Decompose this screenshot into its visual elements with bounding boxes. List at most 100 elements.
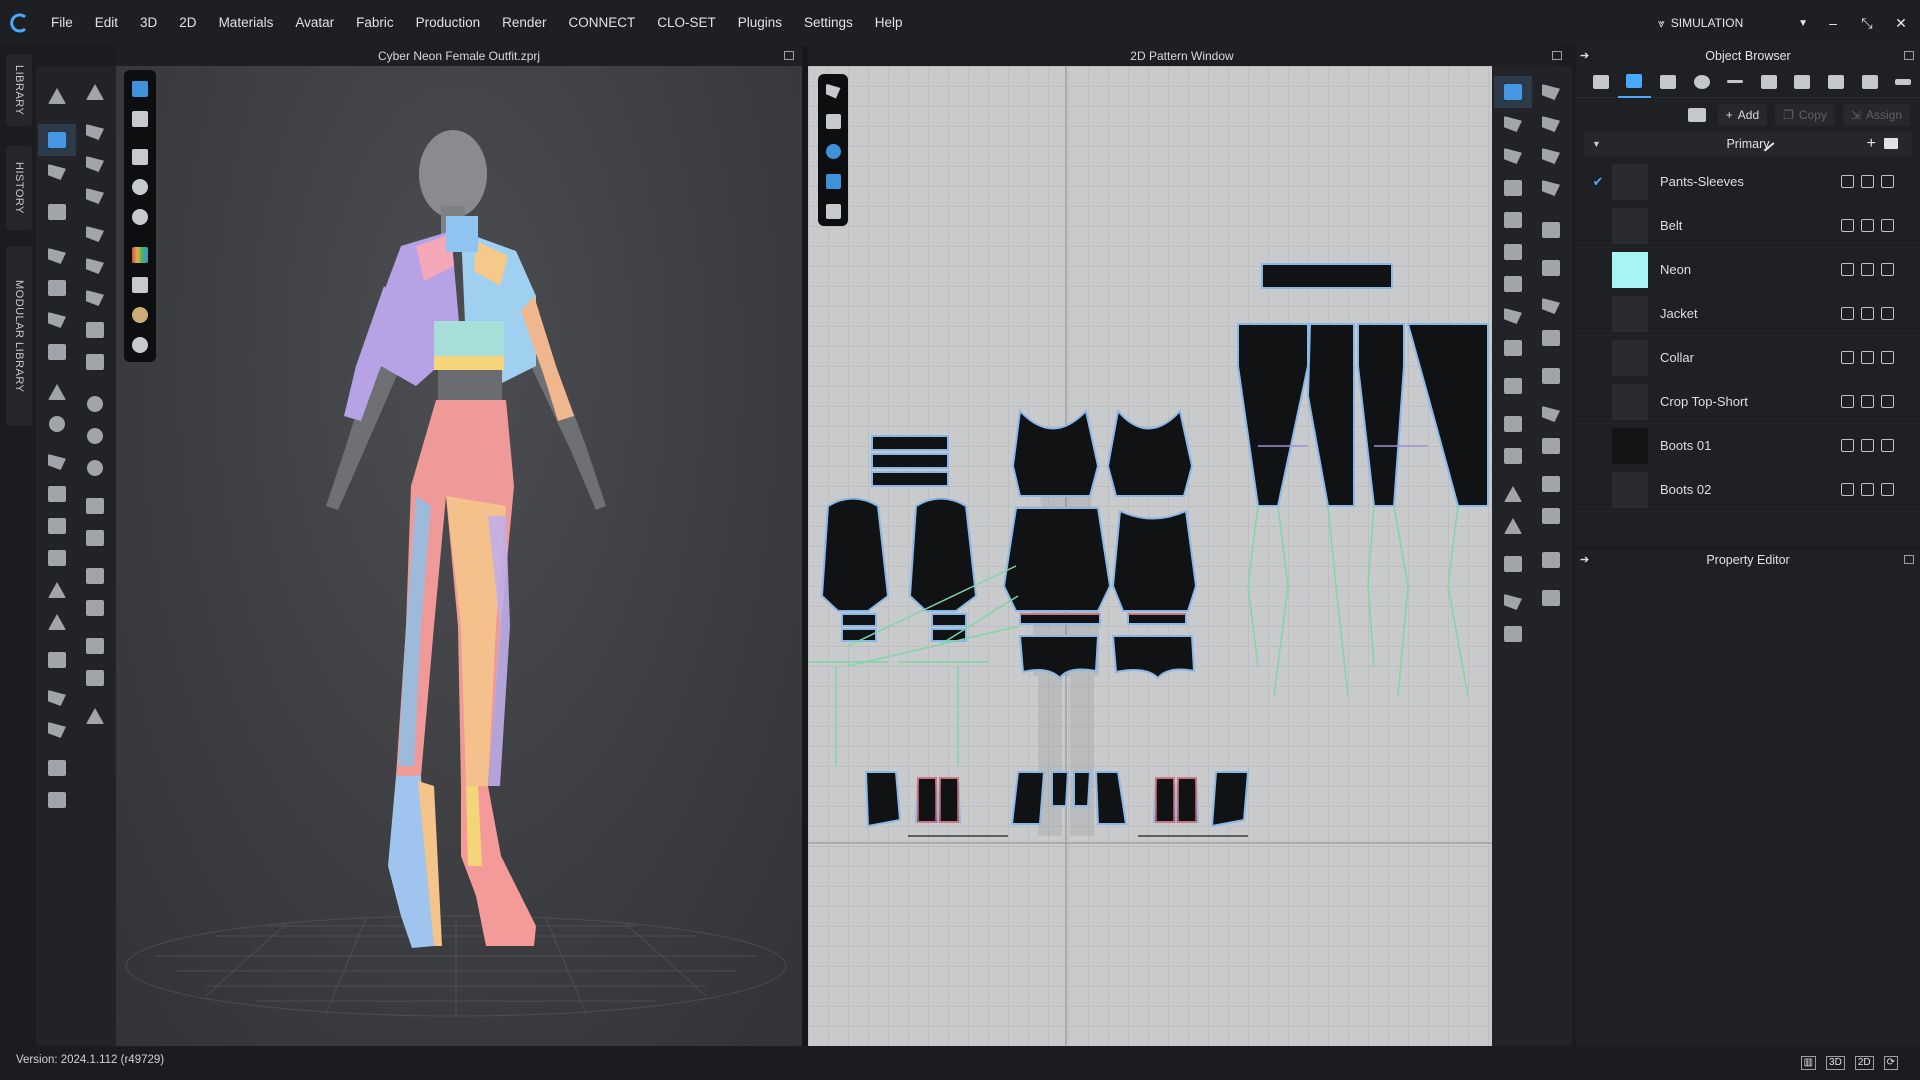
- copy-button[interactable]: ❐ Copy: [1775, 104, 1835, 126]
- sewing-icon[interactable]: [76, 218, 114, 250]
- menu-3d[interactable]: 3D: [129, 0, 168, 46]
- menu-edit[interactable]: Edit: [84, 0, 129, 46]
- measure-icon[interactable]: [38, 644, 76, 676]
- duplicate-icon[interactable]: [1841, 263, 1854, 276]
- menu-clo-set[interactable]: CLO-SET: [646, 0, 727, 46]
- duplicate-icon[interactable]: [1841, 439, 1854, 452]
- tab-graphic[interactable]: [1853, 66, 1887, 98]
- circle-icon[interactable]: [76, 420, 114, 452]
- 2d-view-icon[interactable]: 2D: [1854, 1056, 1874, 1070]
- tab-stitch[interactable]: [1752, 66, 1786, 98]
- button-icon[interactable]: [38, 478, 76, 510]
- puckering-2d-icon[interactable]: [1532, 322, 1570, 354]
- puckering-icon[interactable]: [76, 346, 114, 378]
- snap-icon[interactable]: [1494, 586, 1532, 618]
- select-fabric-icon[interactable]: [1881, 175, 1894, 188]
- expand-triangle-icon[interactable]: ▼: [1592, 139, 1601, 149]
- shirt-2d-icon[interactable]: [1532, 252, 1570, 284]
- rectangle-icon[interactable]: [1494, 204, 1532, 236]
- pin-2d-icon[interactable]: [1494, 618, 1532, 650]
- fabric-row[interactable]: Crop Top-Short: [1576, 380, 1920, 424]
- edit-point-icon[interactable]: [1494, 140, 1532, 172]
- tab-pattern[interactable]: [1651, 66, 1685, 98]
- garment-view-icon[interactable]: [818, 196, 848, 226]
- 2d-window-restore-icon[interactable]: [1552, 51, 1562, 60]
- tab-measure[interactable]: [1886, 66, 1920, 98]
- marker-icon[interactable]: [1494, 548, 1532, 580]
- avatar-display-icon[interactable]: [124, 104, 156, 134]
- menu-help[interactable]: Help: [864, 0, 914, 46]
- select-fabric-icon[interactable]: [1881, 395, 1894, 408]
- add-colorway-icon[interactable]: +: [1867, 135, 1876, 153]
- artwork-icon[interactable]: [76, 522, 114, 554]
- menu-materials[interactable]: Materials: [208, 0, 285, 46]
- pattern-link-icon[interactable]: [1861, 395, 1874, 408]
- free-sew-2d-icon[interactable]: [1532, 108, 1570, 140]
- pattern-link-icon[interactable]: [1861, 439, 1874, 452]
- collapse-arrow-icon[interactable]: ➔: [1580, 46, 1589, 66]
- text-icon[interactable]: [1494, 478, 1532, 510]
- app-logo-icon[interactable]: [0, 0, 40, 46]
- dart-icon[interactable]: [1494, 268, 1532, 300]
- zip-icon[interactable]: [38, 446, 76, 478]
- garment-display-icon[interactable]: [124, 142, 156, 172]
- info-icon[interactable]: [818, 136, 848, 166]
- line-tool-icon[interactable]: [1532, 398, 1570, 430]
- fold-2d-icon[interactable]: [1532, 290, 1570, 322]
- shading-icon[interactable]: [124, 270, 156, 300]
- transform-2d-icon[interactable]: [1494, 76, 1532, 108]
- select-fabric-icon[interactable]: [1881, 483, 1894, 496]
- bind-icon[interactable]: [1494, 408, 1532, 440]
- fabric-pattern-icon[interactable]: [818, 166, 848, 196]
- fabric-display-icon[interactable]: [124, 172, 156, 202]
- edit-curvature-icon[interactable]: [76, 148, 114, 180]
- check-sewing-icon[interactable]: [1532, 140, 1570, 172]
- select-move-icon[interactable]: [38, 80, 76, 112]
- refresh-icon[interactable]: ⟳: [1883, 1056, 1898, 1070]
- light-icon[interactable]: [124, 300, 156, 330]
- menu-plugins[interactable]: Plugins: [727, 0, 793, 46]
- zigzag-icon[interactable]: [1532, 500, 1570, 532]
- shirt-view-icon[interactable]: [818, 106, 848, 136]
- tab-button[interactable]: [1685, 66, 1719, 98]
- menu-render[interactable]: Render: [491, 0, 557, 46]
- pattern-pieces[interactable]: [808, 66, 1492, 1046]
- lasso-icon[interactable]: [76, 452, 114, 484]
- assign-button[interactable]: ⇲ Assign: [1842, 104, 1910, 126]
- strap-icon[interactable]: [38, 752, 76, 784]
- grading-icon[interactable]: [1494, 236, 1532, 268]
- select-fabric-icon[interactable]: [1881, 351, 1894, 364]
- avatar-pose-icon[interactable]: [38, 574, 76, 606]
- transform-pattern-icon[interactable]: [38, 124, 76, 156]
- fabric-swatch[interactable]: [1612, 295, 1648, 332]
- pattern-link-icon[interactable]: [1861, 307, 1874, 320]
- fabric-row[interactable]: Jacket: [1576, 292, 1920, 336]
- split-view-icon[interactable]: ▥: [1800, 1056, 1817, 1070]
- fabric-row[interactable]: Collar: [1576, 336, 1920, 380]
- fabric-swatch[interactable]: [1612, 383, 1648, 420]
- 3d-view-icon[interactable]: 3D: [1826, 1056, 1845, 1070]
- fabric-swatch[interactable]: [1612, 207, 1648, 244]
- property-editor-restore-icon[interactable]: [1904, 555, 1914, 564]
- internal-line-icon[interactable]: [76, 388, 114, 420]
- tape-icon[interactable]: [38, 682, 76, 714]
- fabric-row[interactable]: Belt: [1576, 204, 1920, 248]
- menu-2d[interactable]: 2D: [168, 0, 207, 46]
- ruler-icon[interactable]: [38, 714, 76, 746]
- trace-icon[interactable]: [76, 116, 114, 148]
- select-fabric-icon[interactable]: [1881, 219, 1894, 232]
- pin-box-icon[interactable]: [38, 272, 76, 304]
- 2d-pattern-canvas[interactable]: [808, 66, 1492, 1046]
- menu-connect[interactable]: CONNECT: [557, 0, 646, 46]
- minimize-button[interactable]: –: [1824, 15, 1842, 31]
- menu-production[interactable]: Production: [405, 0, 492, 46]
- pe-collapse-arrow-icon[interactable]: ➔: [1580, 550, 1589, 570]
- color-display-icon[interactable]: [124, 240, 156, 270]
- tab-topstitch[interactable]: [1786, 66, 1820, 98]
- dart-2d-icon[interactable]: [1532, 360, 1570, 392]
- dashed-line-icon[interactable]: [1532, 430, 1570, 462]
- tab-modular-library[interactable]: MODULAR LIBRARY: [6, 246, 32, 426]
- edit-pattern-icon[interactable]: [1494, 108, 1532, 140]
- duplicate-icon[interactable]: [1841, 219, 1854, 232]
- text-edit-icon[interactable]: [1494, 510, 1532, 542]
